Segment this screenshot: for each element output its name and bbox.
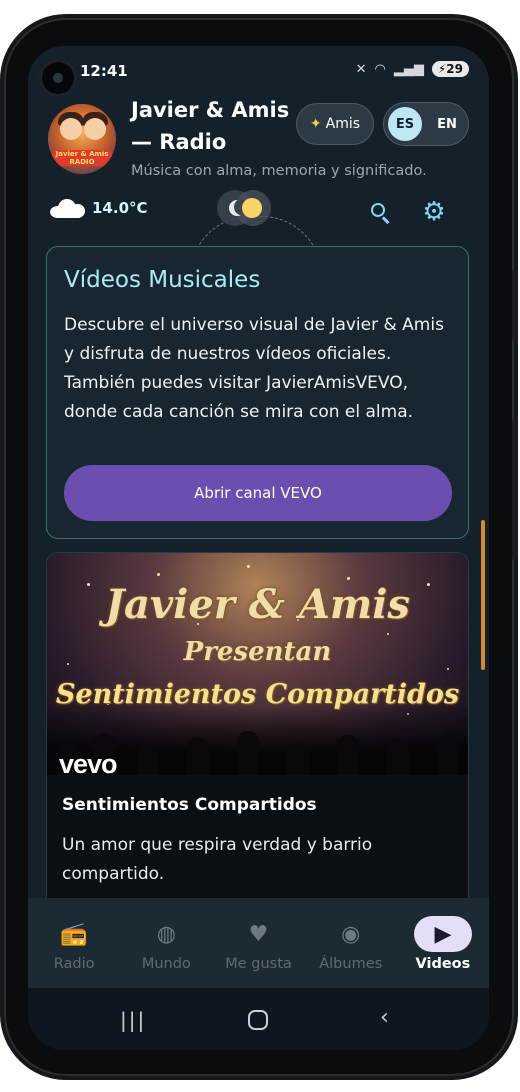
nav-item-albumes[interactable]: ◉ Álbumes	[305, 898, 397, 988]
nav-label: Álbumes	[319, 956, 383, 972]
app-logo: Javier & Amis RADIO	[48, 104, 116, 174]
lang-es-button[interactable]: ES	[388, 107, 422, 141]
volume-button	[512, 270, 517, 340]
nav-label: Videos	[415, 956, 471, 972]
open-vevo-button[interactable]: Abrir canal VEVO	[64, 465, 452, 521]
nav-item-me-gusta[interactable]: ♥ Me gusta	[212, 898, 304, 988]
nav-label: Radio	[53, 956, 95, 972]
signal-icon: ▂▄▆	[393, 61, 424, 77]
nav-label: Me gusta	[225, 956, 292, 972]
nav-item-mundo[interactable]: ◍ Mundo	[120, 898, 212, 988]
logo-figure	[60, 118, 82, 140]
status-bar: 12:41 ✕ ◠ ▂▄▆ ⚡29	[28, 46, 489, 96]
wifi-icon: ◠	[374, 61, 386, 77]
videos-info-card: Vídeos Musicales Descubre el universo vi…	[46, 246, 469, 539]
sun-icon	[242, 198, 262, 218]
card-title: Vídeos Musicales	[64, 267, 261, 293]
weather-widget: 14.0°C	[50, 198, 148, 218]
lang-en-button[interactable]: EN	[430, 107, 464, 141]
nav-item-radio[interactable]: 📻 Radio	[28, 898, 120, 988]
logo-figure	[84, 118, 106, 140]
status-time: 12:41	[80, 62, 128, 80]
theme-toggle[interactable]	[217, 190, 281, 226]
back-icon[interactable]: ‹	[380, 1005, 389, 1030]
app-screen: 12:41 ✕ ◠ ▂▄▆ ⚡29 Javier & Amis RADIO Ja…	[28, 46, 489, 1050]
battery-indicator: ⚡29	[431, 61, 469, 77]
bottom-nav: 📻 Radio ◍ Mundo ♥ Me gusta ◉ Álbumes ▶ V…	[28, 898, 489, 988]
thumbnail-text: Sentimientos Compartidos	[55, 679, 460, 710]
thumbnail-text: Javier & Amis	[105, 581, 410, 628]
home-icon[interactable]	[248, 1010, 268, 1030]
temperature: 14.0°C	[92, 199, 148, 217]
scrollbar[interactable]	[481, 520, 485, 670]
heart-icon: ♥	[248, 921, 269, 947]
card-description: Descubre el universo visual de Javier & …	[64, 315, 444, 422]
battery-level: 29	[446, 62, 463, 76]
video-thumbnail[interactable]: Javier & Amis Presentan Sentimientos Com…	[47, 553, 468, 775]
amis-button[interactable]: ✦ Amis	[296, 103, 374, 145]
amis-button-label: Amis	[325, 116, 361, 132]
nav-label: Mundo	[141, 956, 191, 972]
sparkle-icon: ✦	[309, 116, 322, 132]
system-nav-bar: ||| ‹	[28, 988, 489, 1050]
video-description: Un amor que respira verdad y barrio comp…	[62, 835, 373, 884]
vevo-logo: vevo	[59, 749, 118, 775]
globe-icon: ◍	[156, 921, 176, 947]
disc-icon: ◉	[341, 921, 361, 947]
gear-icon[interactable]: ⚙	[421, 199, 447, 225]
status-icons: ✕ ◠ ▂▄▆ ⚡29	[356, 61, 469, 77]
video-card[interactable]: Javier & Amis Presentan Sentimientos Com…	[46, 552, 469, 912]
app-subtitle: Música con alma, memoria y significado.	[131, 163, 427, 179]
radio-icon: 📻	[60, 921, 88, 947]
video-title: Sentimientos Compartidos	[62, 795, 317, 815]
app-title: Javier & Amis — Radio	[131, 98, 290, 154]
thumbnail-text: Presentan	[183, 637, 332, 667]
logo-text: Javier & Amis RADIO	[52, 150, 112, 166]
mute-icon: ✕	[355, 61, 367, 77]
cloud-icon	[50, 198, 86, 218]
nav-item-videos[interactable]: ▶ Videos	[397, 898, 489, 988]
video-library-icon: ▶	[413, 916, 472, 952]
search-icon[interactable]	[370, 202, 392, 224]
language-toggle: ES EN	[383, 102, 469, 146]
front-camera	[42, 62, 74, 94]
power-button	[512, 420, 517, 560]
recent-apps-icon[interactable]: |||	[120, 1008, 146, 1032]
